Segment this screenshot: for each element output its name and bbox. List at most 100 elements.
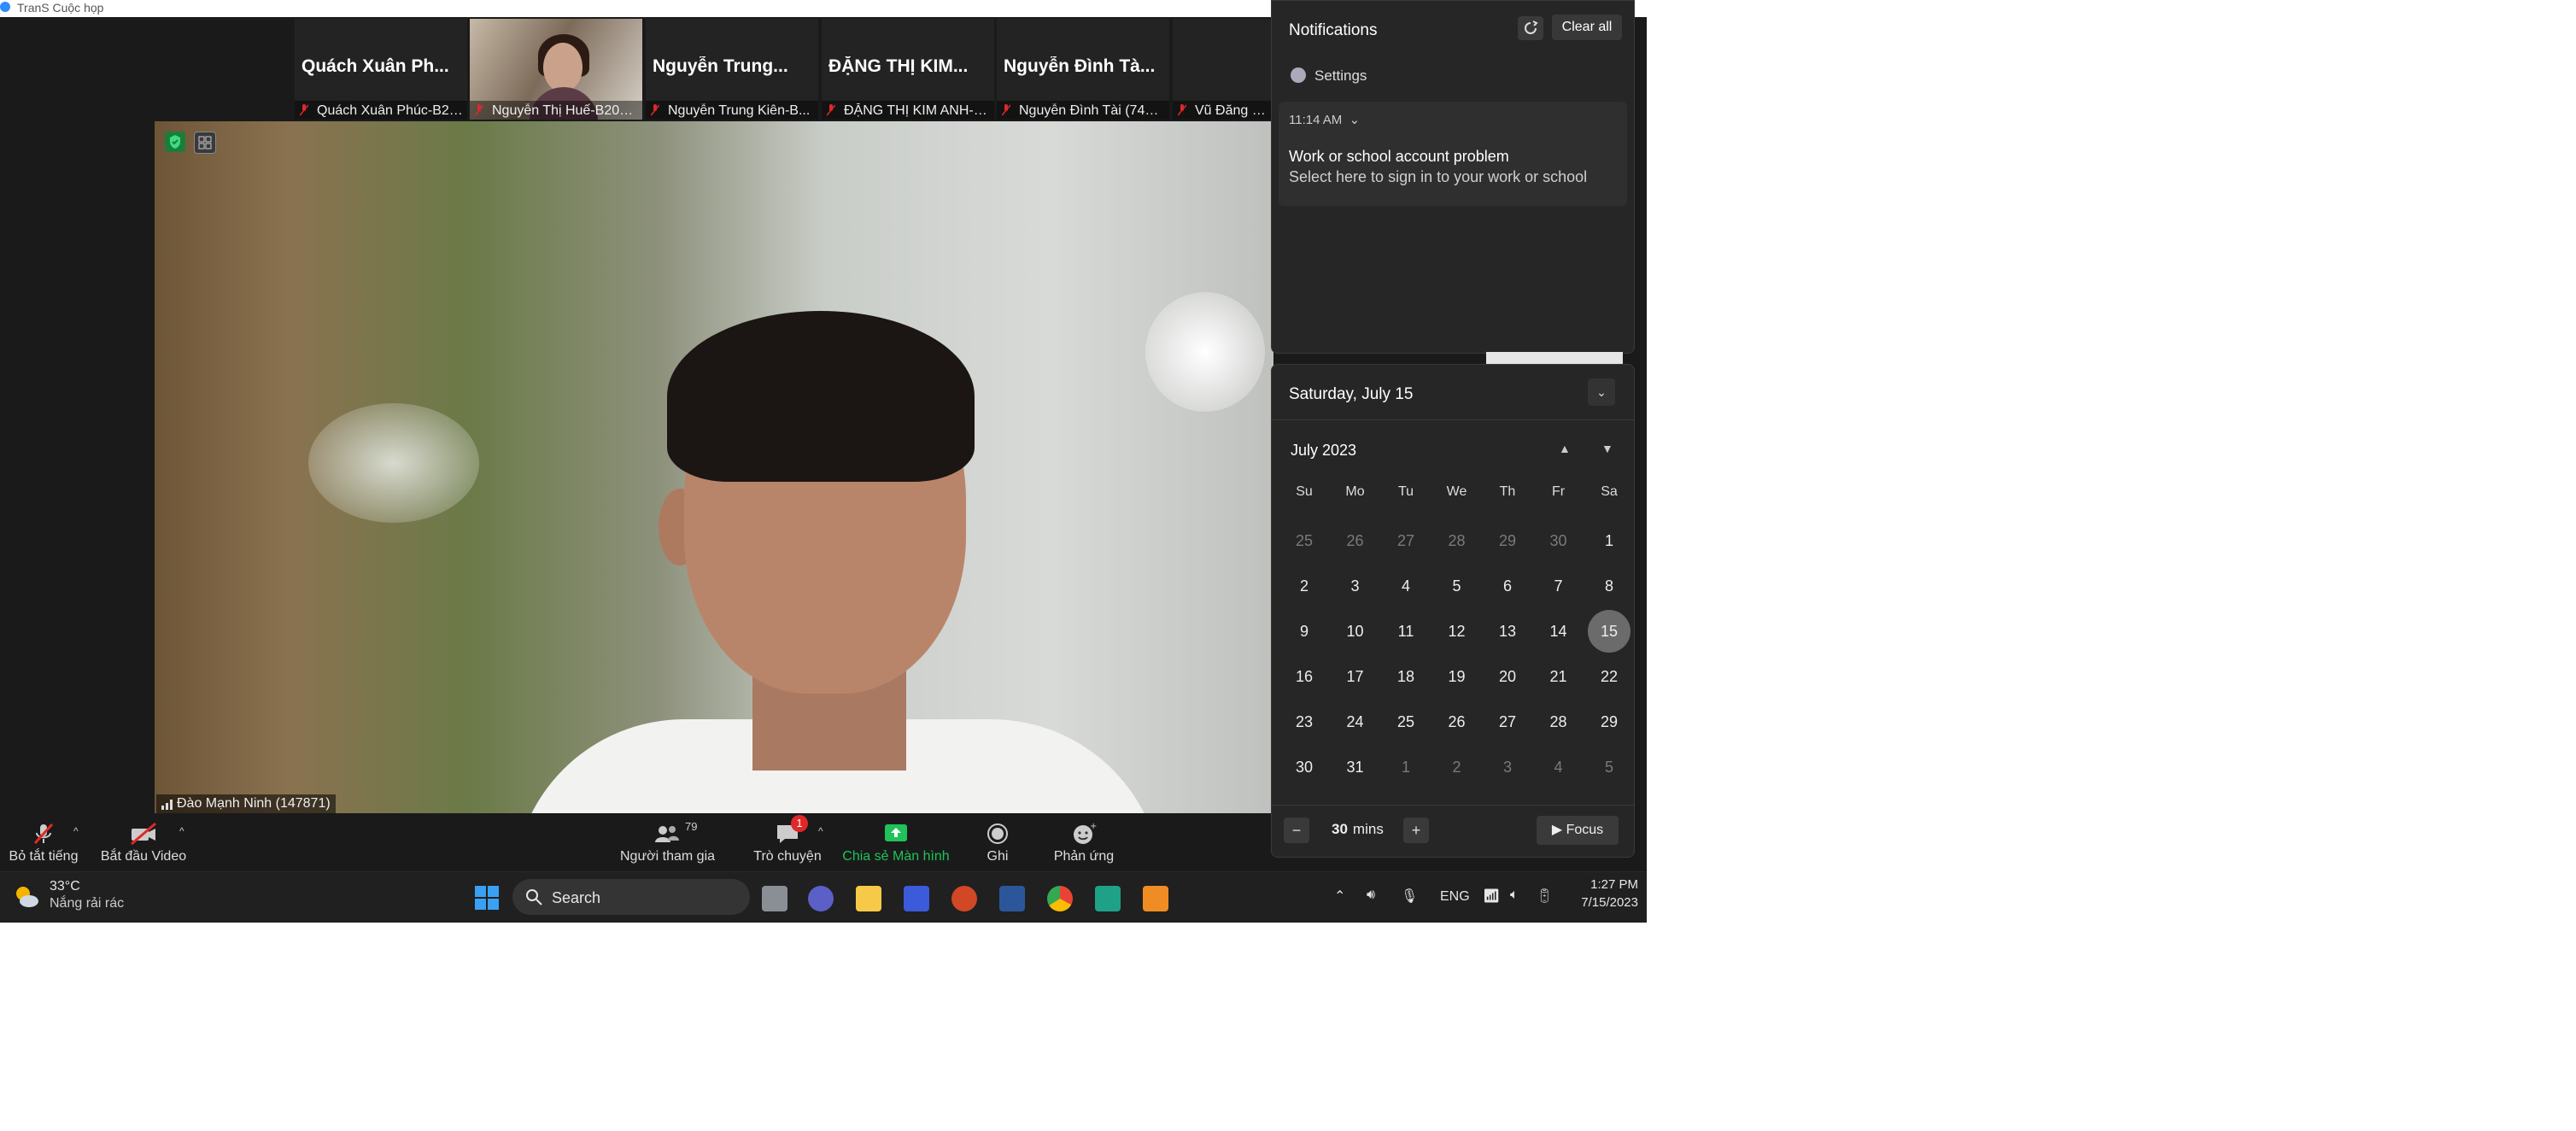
calendar-day[interactable]: 22 bbox=[1584, 654, 1635, 700]
calendar-day[interactable]: 7 bbox=[1533, 564, 1584, 609]
start-focus-button[interactable]: ▶ Focus bbox=[1537, 816, 1619, 845]
calendar-day[interactable]: 3 bbox=[1482, 745, 1533, 790]
calendar-day-number: 4 bbox=[1401, 577, 1410, 595]
calendar-day[interactable]: 2 bbox=[1431, 745, 1483, 790]
gallery-view-icon[interactable] bbox=[194, 132, 216, 154]
participants-button[interactable]: 79 Người tham gia bbox=[620, 813, 715, 871]
chrome-icon[interactable] bbox=[1047, 886, 1073, 911]
calendar-day[interactable]: 21 bbox=[1533, 654, 1584, 700]
clock[interactable]: 1:27 PM 7/15/2023 bbox=[1566, 877, 1638, 918]
participant-tile[interactable]: Nguyễn Đình Tà... Nguyễn Đình Tài (7432..… bbox=[997, 19, 1169, 120]
calendar-day[interactable]: 25 bbox=[1279, 519, 1330, 564]
notification-card[interactable]: 11:14 AM ⌄ Work or school account proble… bbox=[1279, 102, 1627, 206]
calendar-day[interactable]: 5 bbox=[1584, 745, 1635, 790]
calendar-day[interactable]: 27 bbox=[1482, 700, 1533, 745]
calendar-day[interactable]: 11 bbox=[1380, 609, 1431, 654]
clear-all-button[interactable]: Clear all bbox=[1552, 15, 1622, 40]
calendar-day[interactable]: 1 bbox=[1380, 745, 1431, 790]
volume-icon[interactable]: 🔈︎ bbox=[1510, 888, 1519, 903]
word-icon[interactable] bbox=[999, 886, 1025, 911]
calendar-day-number: 21 bbox=[1549, 668, 1567, 685]
calendar-day[interactable]: 3 bbox=[1330, 564, 1381, 609]
calendar-day[interactable]: 10 bbox=[1330, 609, 1381, 654]
calendar-day[interactable]: 12 bbox=[1431, 609, 1483, 654]
start-button[interactable] bbox=[473, 884, 501, 911]
file-explorer-icon[interactable] bbox=[856, 886, 881, 911]
calendar-day[interactable]: 26 bbox=[1431, 700, 1483, 745]
taskbar-search-box[interactable]: Search bbox=[512, 879, 750, 915]
app-icon[interactable] bbox=[1095, 886, 1121, 911]
participant-tile[interactable]: Quách Xuân Ph... Quách Xuân Phúc-B20... bbox=[295, 19, 467, 120]
calendar-day[interactable]: 4 bbox=[1533, 745, 1584, 790]
app-icon[interactable] bbox=[1143, 886, 1168, 911]
calendar-day[interactable]: 20 bbox=[1482, 654, 1533, 700]
battery-icon[interactable]: 🔋︎ bbox=[1536, 888, 1553, 905]
calendar-day[interactable]: 16 bbox=[1279, 654, 1330, 700]
collapse-calendar-chevron-icon[interactable]: ⌄ bbox=[1588, 378, 1615, 406]
video-options-caret-icon[interactable]: ^ bbox=[179, 825, 184, 837]
share-screen-button[interactable]: Chia sẻ Màn hình bbox=[840, 813, 951, 871]
decrease-minutes-button[interactable]: − bbox=[1284, 817, 1309, 843]
calendar-day[interactable]: 9 bbox=[1279, 609, 1330, 654]
next-month-arrow-icon[interactable]: ▼ bbox=[1601, 442, 1613, 455]
calendar-day[interactable]: 2 bbox=[1279, 564, 1330, 609]
calendar-day[interactable]: 26 bbox=[1330, 519, 1381, 564]
powerpoint-icon[interactable] bbox=[951, 886, 977, 911]
record-button[interactable]: Ghi bbox=[974, 813, 1022, 871]
participant-tile[interactable]: Nguyễn Trung... Nguyễn Trung Kiên-B... bbox=[646, 19, 818, 120]
calendar-day-number: 20 bbox=[1498, 668, 1517, 685]
calendar-day[interactable]: 8 bbox=[1584, 564, 1635, 609]
audio-options-caret-icon[interactable]: ^ bbox=[73, 825, 79, 837]
teams-chat-icon[interactable] bbox=[808, 886, 834, 911]
calendar-day[interactable]: 1 bbox=[1584, 519, 1635, 564]
task-view-icon[interactable] bbox=[762, 886, 787, 911]
notification-settings-link[interactable]: Settings bbox=[1291, 67, 1367, 85]
calendar-day[interactable]: 24 bbox=[1330, 700, 1381, 745]
calendar-day[interactable]: 6 bbox=[1482, 564, 1533, 609]
speaker-icon[interactable]: 🔊︎ bbox=[1367, 888, 1375, 903]
focus-assist-icon[interactable] bbox=[1518, 16, 1543, 40]
weather-widget[interactable]: 33°C Nắng rải rác bbox=[12, 879, 149, 917]
microphone-icon[interactable]: 🎙︎ bbox=[1401, 888, 1418, 905]
show-hidden-icons-chevron-icon[interactable]: ⌃ bbox=[1334, 888, 1345, 905]
previous-month-arrow-icon[interactable]: ▲ bbox=[1559, 442, 1571, 455]
calendar-day[interactable]: 28 bbox=[1533, 700, 1584, 745]
calendar-day[interactable]: 19 bbox=[1431, 654, 1483, 700]
calendar-day[interactable]: 31 bbox=[1330, 745, 1381, 790]
increase-minutes-button[interactable]: + bbox=[1403, 817, 1429, 843]
calendar-day[interactable]: 23 bbox=[1279, 700, 1330, 745]
calendar-day[interactable]: 29 bbox=[1482, 519, 1533, 564]
calendar-day[interactable]: 17 bbox=[1330, 654, 1381, 700]
participant-tile[interactable]: Nguyễn Thị Huế-B20DCQ... bbox=[470, 19, 642, 120]
calendar-day-number: 5 bbox=[1452, 577, 1461, 595]
calendar-day[interactable]: 30 bbox=[1533, 519, 1584, 564]
app-icon[interactable] bbox=[904, 886, 929, 911]
weekday-label: We bbox=[1446, 484, 1467, 499]
calendar-day[interactable]: 29 bbox=[1584, 700, 1635, 745]
input-language[interactable]: ENG bbox=[1440, 889, 1470, 905]
calendar-day-number: 25 bbox=[1295, 532, 1314, 549]
security-shield-icon[interactable] bbox=[165, 132, 185, 152]
calendar-day[interactable]: 27 bbox=[1380, 519, 1431, 564]
chat-button[interactable]: 1 Trò chuyện bbox=[748, 813, 827, 871]
start-video-button[interactable]: Bắt đầu Video bbox=[99, 813, 188, 871]
active-speaker-video[interactable]: Đào Mạnh Ninh (147871) bbox=[155, 121, 1273, 813]
notification-time[interactable]: 11:14 AM ⌄ bbox=[1289, 112, 1360, 127]
calendar-day[interactable]: 14 bbox=[1533, 609, 1584, 654]
calendar-day-number: 3 bbox=[1350, 577, 1360, 595]
calendar-day[interactable]: 5 bbox=[1431, 564, 1483, 609]
participant-tile[interactable]: Vũ Đăng Huy bbox=[1173, 19, 1273, 120]
calendar-day[interactable]: 25 bbox=[1380, 700, 1431, 745]
unmute-button[interactable]: Bỏ tắt tiếng bbox=[7, 813, 80, 871]
calendar-day[interactable]: 4 bbox=[1380, 564, 1431, 609]
reactions-button[interactable]: + Phản ứng bbox=[1047, 813, 1121, 871]
chat-options-caret-icon[interactable]: ^ bbox=[818, 825, 823, 837]
calendar-day[interactable]: 28 bbox=[1431, 519, 1483, 564]
calendar-day[interactable]: 30 bbox=[1279, 745, 1330, 790]
wifi-icon[interactable]: 📶︎ bbox=[1483, 888, 1500, 905]
calendar-day[interactable]: 18 bbox=[1380, 654, 1431, 700]
calendar-day-today[interactable]: 15 bbox=[1584, 609, 1635, 654]
participant-tile[interactable]: ĐẶNG THỊ KIM... ĐẶNG THỊ KIM ANH-B... bbox=[822, 19, 994, 120]
calendar-day[interactable]: 13 bbox=[1482, 609, 1533, 654]
calendar-month-label[interactable]: July 2023 bbox=[1291, 442, 1356, 460]
